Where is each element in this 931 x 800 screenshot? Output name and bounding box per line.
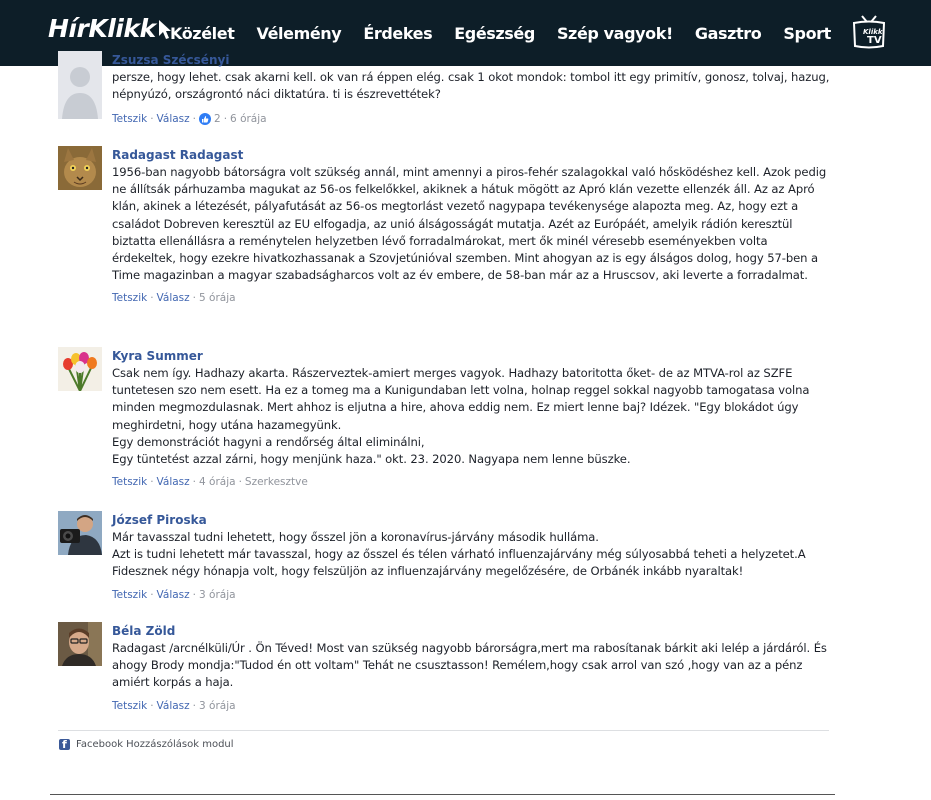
comment-meta: Tetszik · Válasz · 3 órája xyxy=(112,587,833,603)
facebook-comments-plugin-link[interactable]: f Facebook Hozzászólások modul xyxy=(59,738,234,751)
avatar[interactable] xyxy=(58,511,102,555)
svg-text:TV: TV xyxy=(867,35,882,46)
nav-item-gasztro[interactable]: Gasztro xyxy=(695,24,762,43)
avatar[interactable] xyxy=(58,622,102,666)
man-avatar-icon xyxy=(58,622,102,666)
like-link[interactable]: Tetszik xyxy=(112,476,147,488)
comment-author[interactable]: Radagast Radagast xyxy=(112,146,833,164)
reply-link[interactable]: Válasz xyxy=(157,589,190,601)
reply-link[interactable]: Válasz xyxy=(157,700,190,712)
klikk-tv-logo-icon[interactable]: Klikk TV xyxy=(848,12,890,52)
comment-text: persze, hogy lehet. csak akarni kell. ok… xyxy=(112,70,830,102)
site-logo[interactable]: HírKlikk xyxy=(48,14,173,43)
separator-dot: · xyxy=(150,292,154,305)
avatar[interactable] xyxy=(58,51,102,119)
comment-author[interactable]: Kyra Summer xyxy=(112,347,833,365)
nav-item-velemeny[interactable]: Vélemény xyxy=(256,24,341,43)
like-link[interactable]: Tetszik xyxy=(112,292,147,304)
like-link[interactable]: Tetszik xyxy=(112,113,147,125)
comments-footer-divider xyxy=(58,730,829,731)
comment-time[interactable]: 4 órája xyxy=(199,476,236,488)
separator-dot: · xyxy=(192,113,197,126)
separator-dot: · xyxy=(192,292,197,305)
comment-meta: Tetszik · Válasz · 2 · 6 órája xyxy=(112,111,833,127)
comment-meta: Tetszik · Válasz · 3 órája xyxy=(112,698,833,714)
cat-avatar-icon xyxy=(58,146,102,190)
default-avatar-icon xyxy=(58,51,102,119)
avatar[interactable] xyxy=(58,146,102,190)
separator-dot: · xyxy=(223,113,228,126)
nav-item-sport[interactable]: Sport xyxy=(783,24,831,43)
like-link[interactable]: Tetszik xyxy=(112,589,147,601)
separator-dot: · xyxy=(150,113,154,126)
comment-text: Csak nem így. Hadhazy akarta. Rászervezt… xyxy=(112,366,810,467)
separator-dot: · xyxy=(150,588,154,601)
reply-link[interactable]: Válasz xyxy=(157,476,190,488)
separator-dot: · xyxy=(192,476,197,489)
nav-item-szep-vagyok[interactable]: Szép vagyok! xyxy=(557,24,673,43)
page-divider xyxy=(50,794,835,795)
thumbs-up-icon xyxy=(199,113,212,126)
photographer-avatar-icon xyxy=(58,511,102,555)
nav-item-egeszseg[interactable]: Egészség xyxy=(454,24,535,43)
separator-dot: · xyxy=(238,476,242,489)
comment-author[interactable]: Zsuzsa Szécsényi xyxy=(112,51,833,69)
comment-text: Már tavasszal tudni lehetett, hogy őssze… xyxy=(112,530,806,579)
tulips-avatar-icon xyxy=(58,347,102,391)
avatar[interactable] xyxy=(58,347,102,391)
nav-item-erdekes[interactable]: Érdekes xyxy=(363,24,432,43)
nav-item-kozelet[interactable]: Közélet xyxy=(170,24,235,43)
comment-time[interactable]: 3 órája xyxy=(199,700,236,712)
likes-count[interactable]: 2 xyxy=(214,113,221,125)
comment-meta: Tetszik · Válasz · 5 órája xyxy=(112,290,833,306)
separator-dot: · xyxy=(150,699,154,712)
like-link[interactable]: Tetszik xyxy=(112,700,147,712)
comment-time[interactable]: 3 órája xyxy=(199,589,236,601)
facebook-icon: f xyxy=(59,738,70,751)
reply-link[interactable]: Válasz xyxy=(157,292,190,304)
comment-text: 1956-ban nagyobb bátorságra volt szükség… xyxy=(112,165,827,283)
separator-dot: · xyxy=(192,588,197,601)
comment-author[interactable]: József Piroska xyxy=(112,511,833,529)
site-logo-text: HírKlikk xyxy=(48,14,156,43)
comment-time[interactable]: 6 órája xyxy=(230,113,267,125)
plugin-label: Facebook Hozzászólások modul xyxy=(76,739,234,750)
separator-dot: · xyxy=(150,476,154,489)
edited-label[interactable]: Szerkesztve xyxy=(245,476,308,488)
comment-meta: Tetszik · Válasz · 4 órája · Szerkesztve xyxy=(112,474,833,490)
comment-time[interactable]: 5 órája xyxy=(199,292,236,304)
comment-author[interactable]: Béla Zöld xyxy=(112,622,833,640)
separator-dot: · xyxy=(192,699,197,712)
reply-link[interactable]: Válasz xyxy=(157,113,190,125)
comment-text: Radagast /arcnélküli/Úr . Ön Téved! Most… xyxy=(112,641,827,690)
